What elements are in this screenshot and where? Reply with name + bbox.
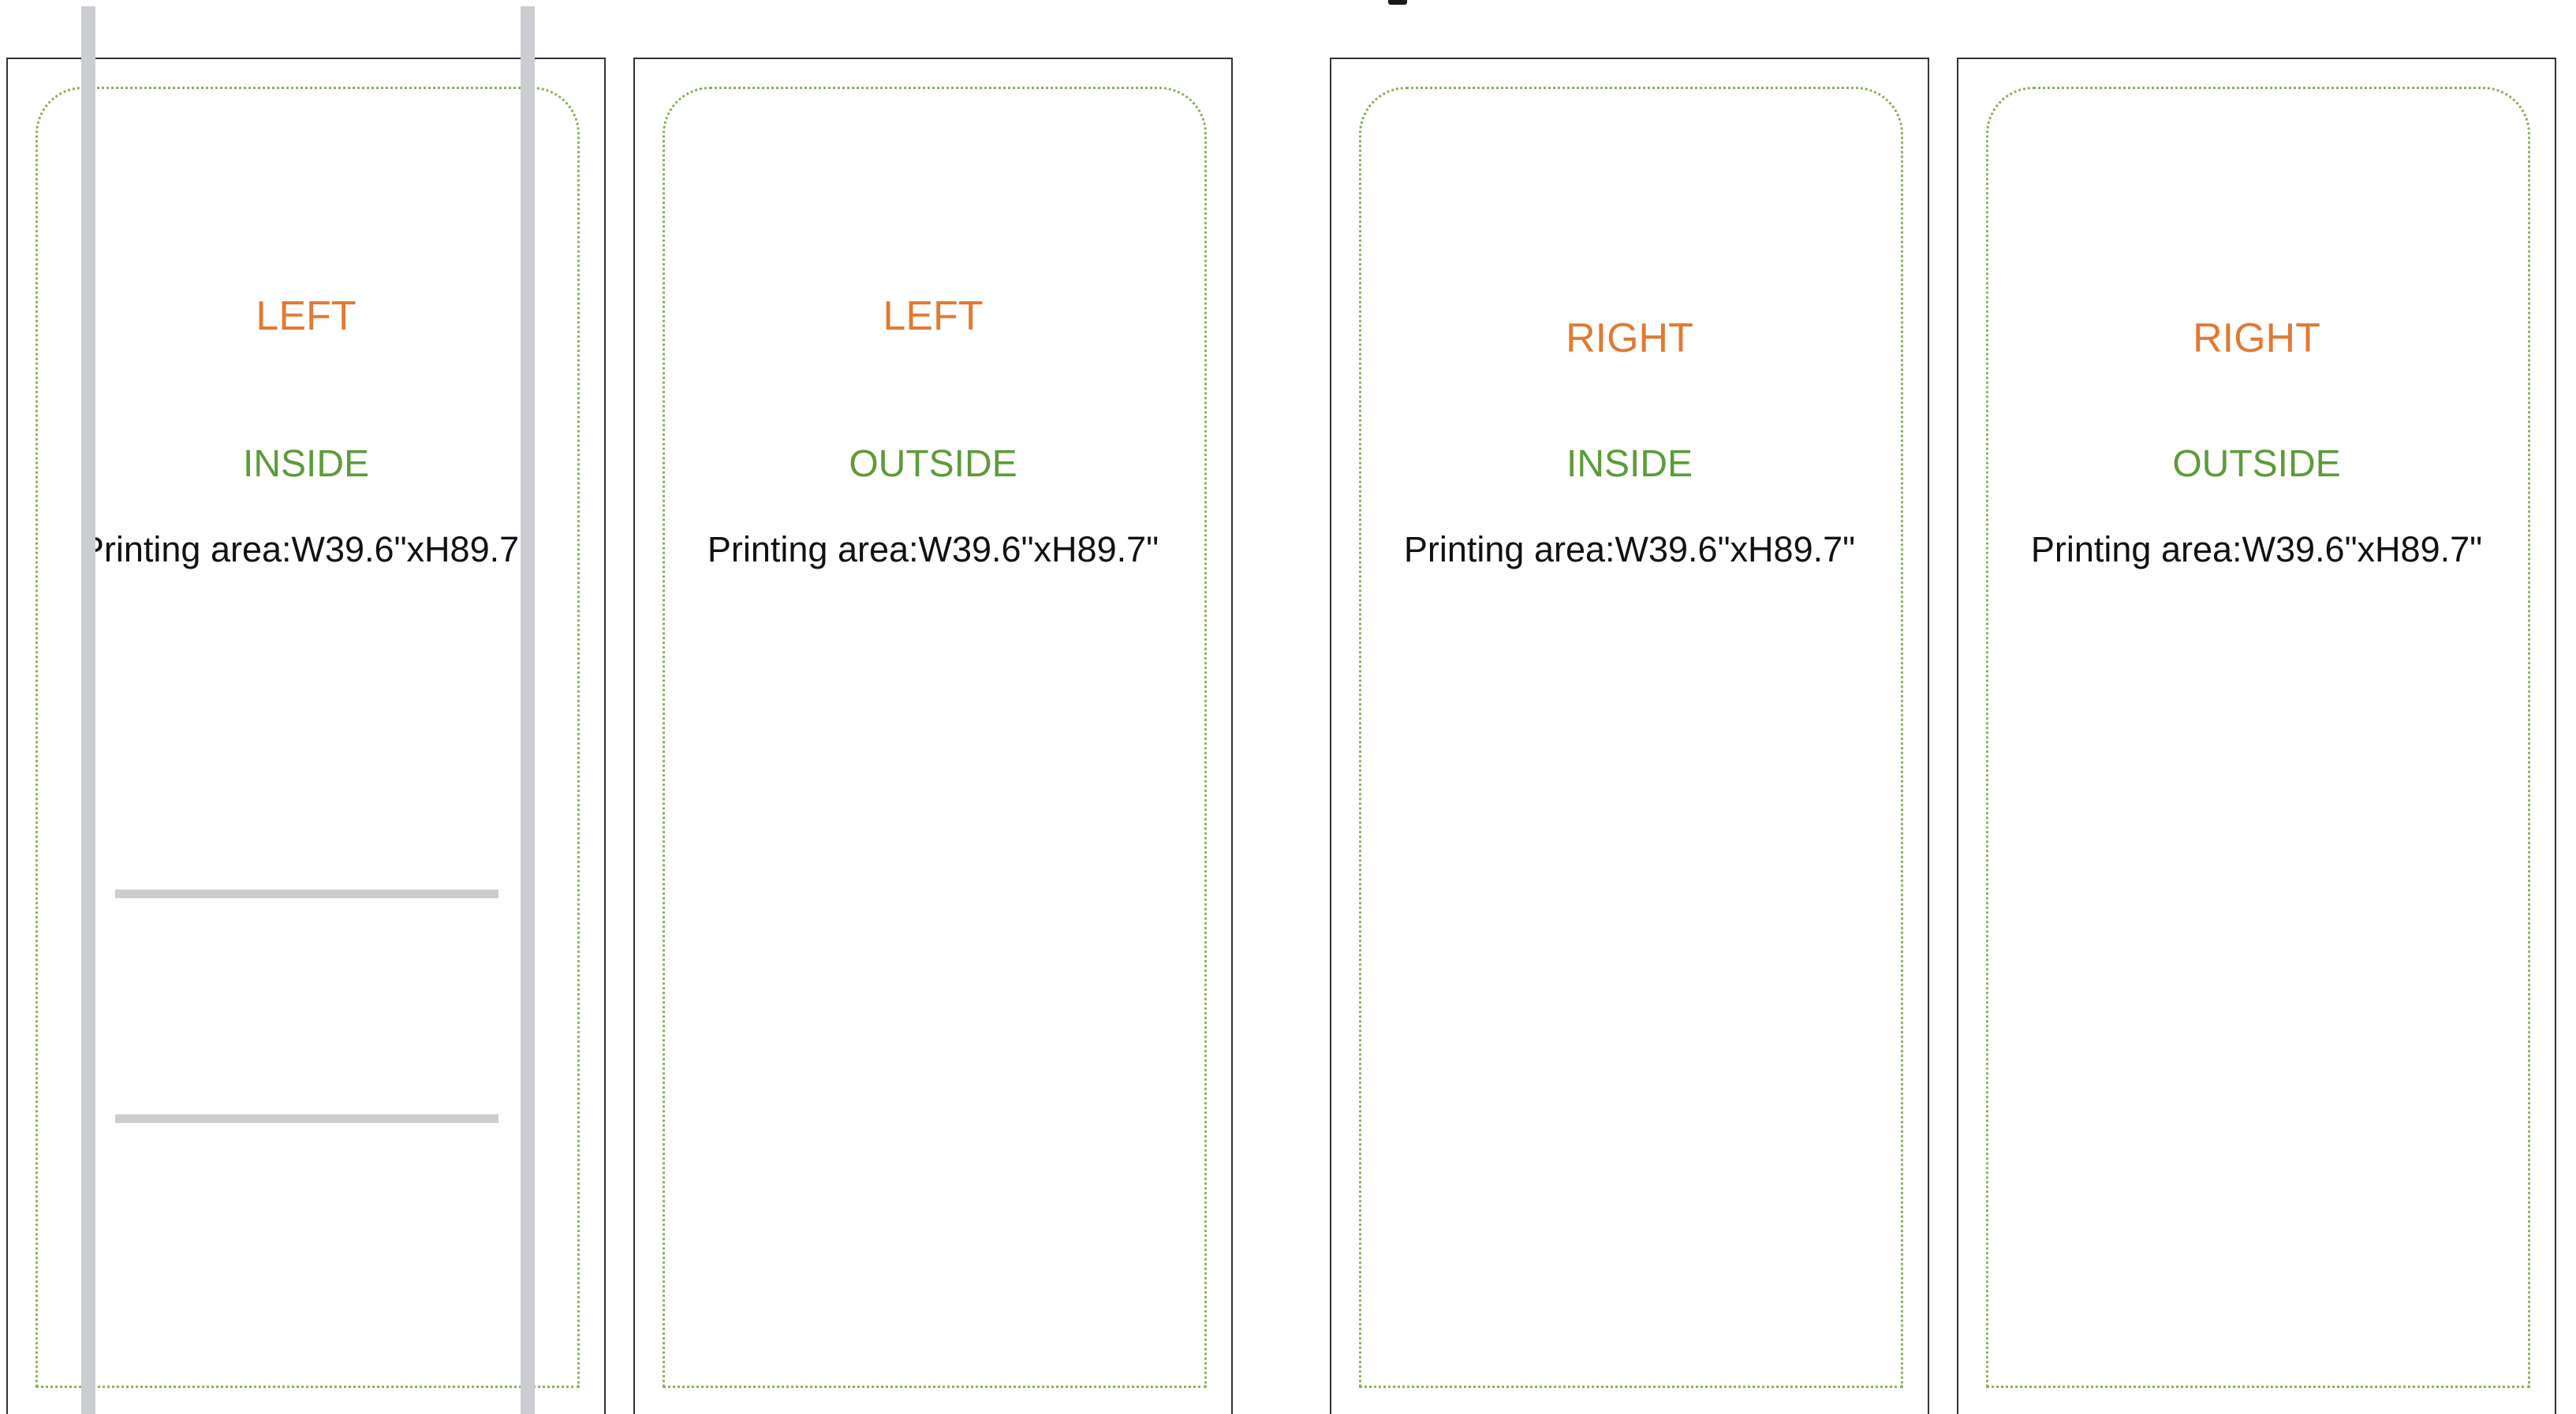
face-label: INSIDE xyxy=(242,443,370,485)
clipped-heading-glyph xyxy=(1388,0,1407,5)
printing-area-label: Printing area:W39.6"xH89.7" xyxy=(80,529,532,569)
printing-area-label: Printing area:W39.6"xH89.7" xyxy=(2030,529,2483,569)
side-label: LEFT xyxy=(256,293,357,339)
side-label: LEFT xyxy=(883,293,984,339)
guide-line-horizontal xyxy=(115,890,498,898)
printing-area-outline xyxy=(1359,87,1903,1388)
panel-right-inside: RIGHT INSIDE Printing area:W39.6"xH89.7" xyxy=(1330,58,1929,1414)
print-template-canvas: LEFT INSIDE Printing area:W39.6"xH89.7" … xyxy=(0,0,2576,1414)
panel-left-outside: LEFT OUTSIDE Printing area:W39.6"xH89.7" xyxy=(633,58,1233,1414)
side-label: RIGHT xyxy=(1566,315,1693,361)
panel-left-inside: LEFT INSIDE Printing area:W39.6"xH89.7" xyxy=(6,58,606,1414)
guide-line-horizontal xyxy=(115,1114,498,1123)
panel-right-outside: RIGHT OUTSIDE Printing area:W39.6"xH89.7… xyxy=(1957,58,2556,1414)
face-label: INSIDE xyxy=(1566,443,1693,485)
face-label: OUTSIDE xyxy=(849,443,1017,485)
guide-line-vertical xyxy=(81,6,95,1414)
printing-area-outline xyxy=(1986,87,2530,1388)
printing-area-label: Printing area:W39.6"xH89.7" xyxy=(1403,529,1856,569)
printing-area-outline xyxy=(663,87,1207,1388)
face-label: OUTSIDE xyxy=(2172,443,2341,485)
printing-area-label: Printing area:W39.6"xH89.7" xyxy=(707,529,1159,569)
guide-line-vertical xyxy=(521,6,535,1414)
side-label: RIGHT xyxy=(2193,315,2320,361)
printing-area-outline xyxy=(35,87,580,1388)
